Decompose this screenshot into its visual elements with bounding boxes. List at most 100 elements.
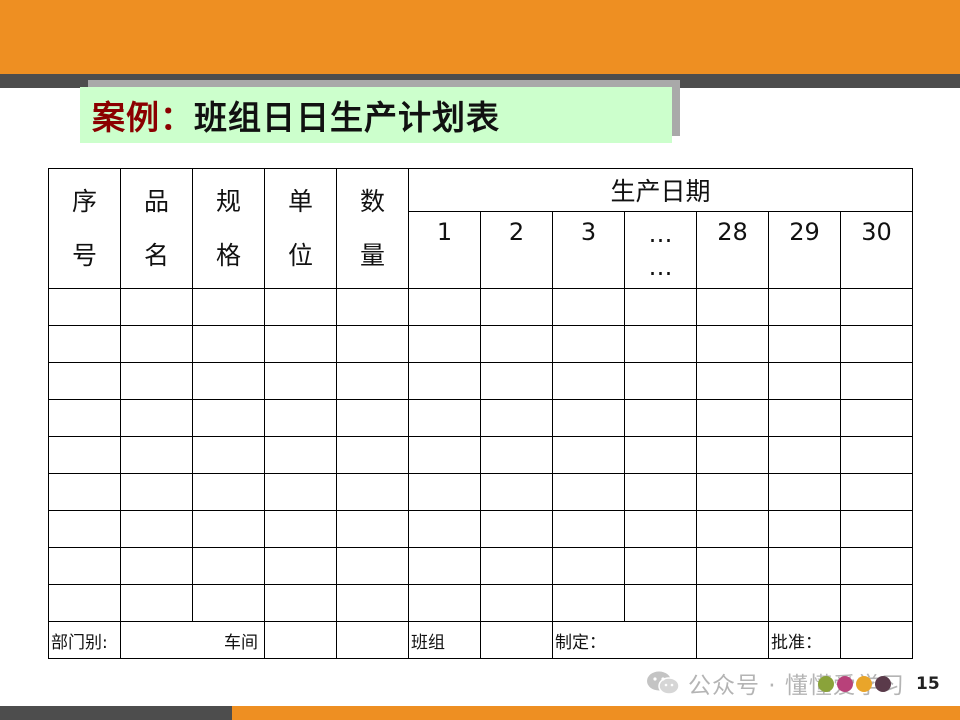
footer-gray-band [0, 706, 232, 720]
table-cell [408, 473, 481, 511]
day-header-30: 30 [840, 211, 913, 289]
footer-blank-cell [336, 621, 409, 659]
table-cell [120, 510, 193, 548]
table-cell [336, 362, 409, 400]
table-cell [552, 325, 625, 363]
table-cell [480, 362, 553, 400]
table-cell [192, 288, 265, 326]
table-cell [480, 325, 553, 363]
footer-orange-band [232, 706, 960, 720]
table-cell [120, 325, 193, 363]
footer-blank-cell [840, 621, 913, 659]
table-footer-row: 部门别: 车间 班组 制定： 批准： [48, 621, 913, 659]
table-cell [552, 584, 625, 622]
table-cell [48, 584, 121, 622]
table-row [48, 473, 913, 511]
table-cell [408, 510, 481, 548]
table-cell [480, 288, 553, 326]
footer-approve-label: 批准： [768, 621, 841, 659]
table-cell [840, 510, 913, 548]
table-cell [264, 288, 337, 326]
table-cell [480, 547, 553, 585]
table-cell [120, 473, 193, 511]
footer-blank-cell [480, 621, 553, 659]
table-cell [192, 325, 265, 363]
table-cell [696, 288, 769, 326]
decorative-dot [818, 676, 834, 692]
table-cell [768, 288, 841, 326]
table-cell [192, 584, 265, 622]
header-row-1: 序号 品名 规格 单位 数量 生产日期 [48, 168, 913, 289]
table-cell [552, 288, 625, 326]
table-row [48, 362, 913, 400]
day-header-ellipsis: …… [624, 211, 697, 289]
table-cell [696, 584, 769, 622]
table-cell [624, 510, 697, 548]
table-cell [192, 473, 265, 511]
header-product-name: 品名 [120, 168, 193, 289]
table-cell [408, 325, 481, 363]
table-cell [336, 547, 409, 585]
table-cell [48, 436, 121, 474]
table-cell [624, 547, 697, 585]
table-cell [840, 547, 913, 585]
table-cell [120, 399, 193, 437]
table-cell [48, 547, 121, 585]
table-cell [480, 584, 553, 622]
table-cell [624, 399, 697, 437]
table-cell [264, 473, 337, 511]
table-cell [336, 325, 409, 363]
table-cell [696, 362, 769, 400]
table-cell [336, 510, 409, 548]
header-quantity: 数量 [336, 168, 409, 289]
table-cell [768, 584, 841, 622]
table-cell [48, 362, 121, 400]
table-cell [48, 325, 121, 363]
table-cell [408, 547, 481, 585]
title-prefix: 案例： [92, 98, 194, 137]
table-cell [120, 547, 193, 585]
table-cell [408, 288, 481, 326]
table-body [48, 288, 913, 622]
table-cell [840, 584, 913, 622]
table-cell [696, 510, 769, 548]
table-cell [552, 547, 625, 585]
table-cell [552, 510, 625, 548]
header-spec: 规格 [192, 168, 265, 289]
table-cell [480, 436, 553, 474]
day-header-1: 1 [408, 211, 481, 289]
table-cell [840, 436, 913, 474]
table-cell [408, 436, 481, 474]
table-cell [408, 399, 481, 437]
table-cell [192, 547, 265, 585]
wechat-icon [647, 671, 680, 695]
decorative-dot [875, 676, 891, 692]
table-cell [768, 325, 841, 363]
table-cell [192, 510, 265, 548]
table-cell [840, 399, 913, 437]
table-cell [336, 584, 409, 622]
table-cell [768, 547, 841, 585]
header-orange-band [0, 0, 960, 74]
table-cell [480, 399, 553, 437]
table-cell [624, 362, 697, 400]
table-cell [408, 362, 481, 400]
table-cell [336, 436, 409, 474]
footer-workshop-label: 车间 [120, 621, 265, 659]
table-row [48, 510, 913, 548]
table-cell [264, 436, 337, 474]
table-cell [696, 325, 769, 363]
table-cell [552, 362, 625, 400]
day-header-28: 28 [696, 211, 769, 289]
table-row [48, 547, 913, 585]
table-cell [120, 362, 193, 400]
table-row [48, 325, 913, 363]
table-cell [48, 473, 121, 511]
table-cell [264, 510, 337, 548]
table-cell [264, 325, 337, 363]
table-cell [624, 325, 697, 363]
header-production-date: 生产日期 [408, 168, 913, 212]
table-cell [696, 436, 769, 474]
table-cell [480, 473, 553, 511]
footer-team-label: 班组 [408, 621, 481, 659]
